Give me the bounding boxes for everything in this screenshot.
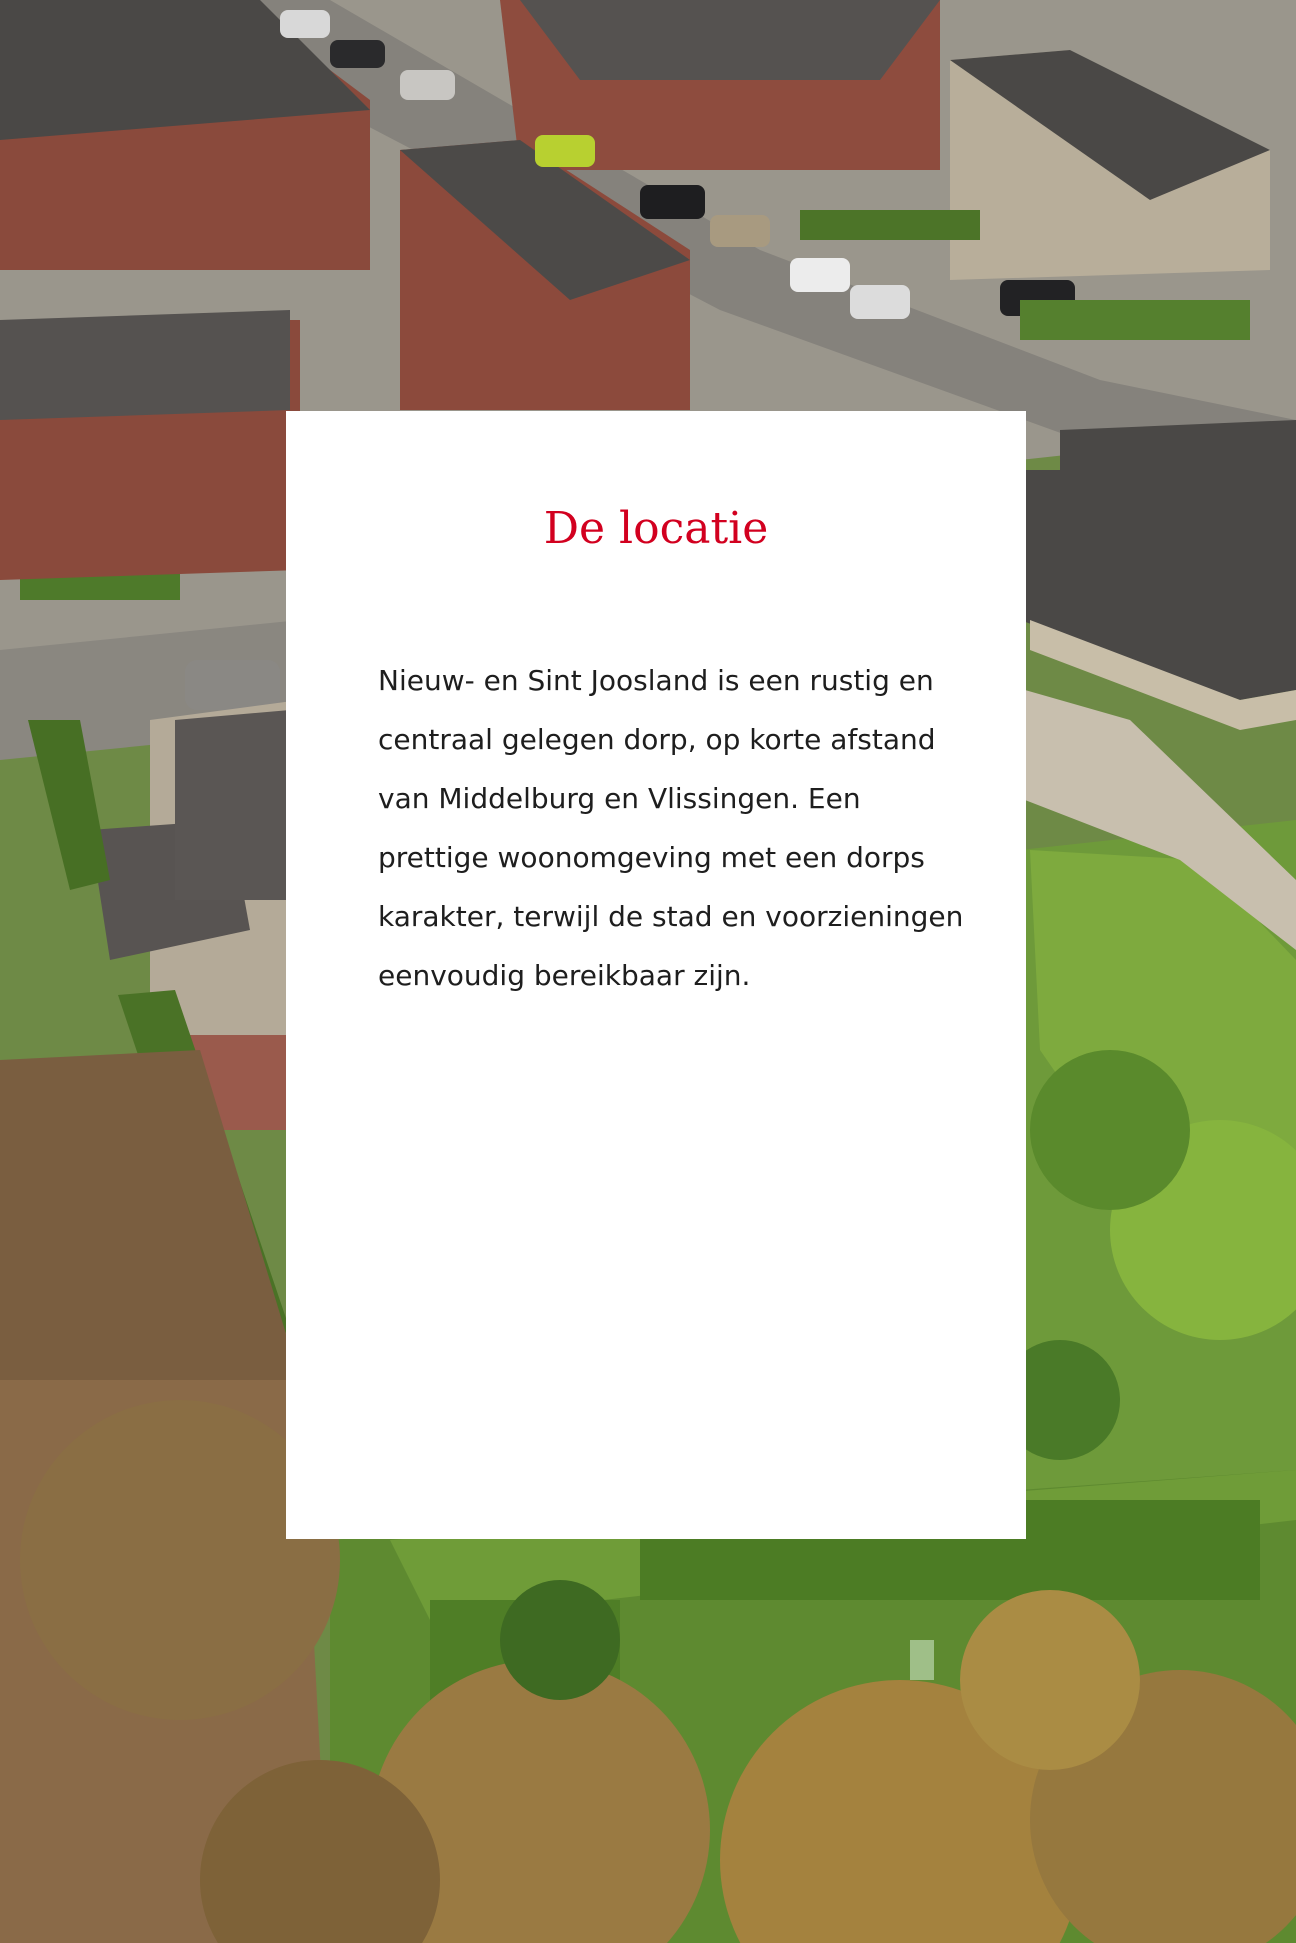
location-info-card: De locatie Nieuw- en Sint Joosland is ee… bbox=[286, 411, 1026, 1539]
card-title: De locatie bbox=[543, 503, 769, 554]
card-body-text: Nieuw- en Sint Joosland is een rustig en… bbox=[378, 664, 964, 992]
